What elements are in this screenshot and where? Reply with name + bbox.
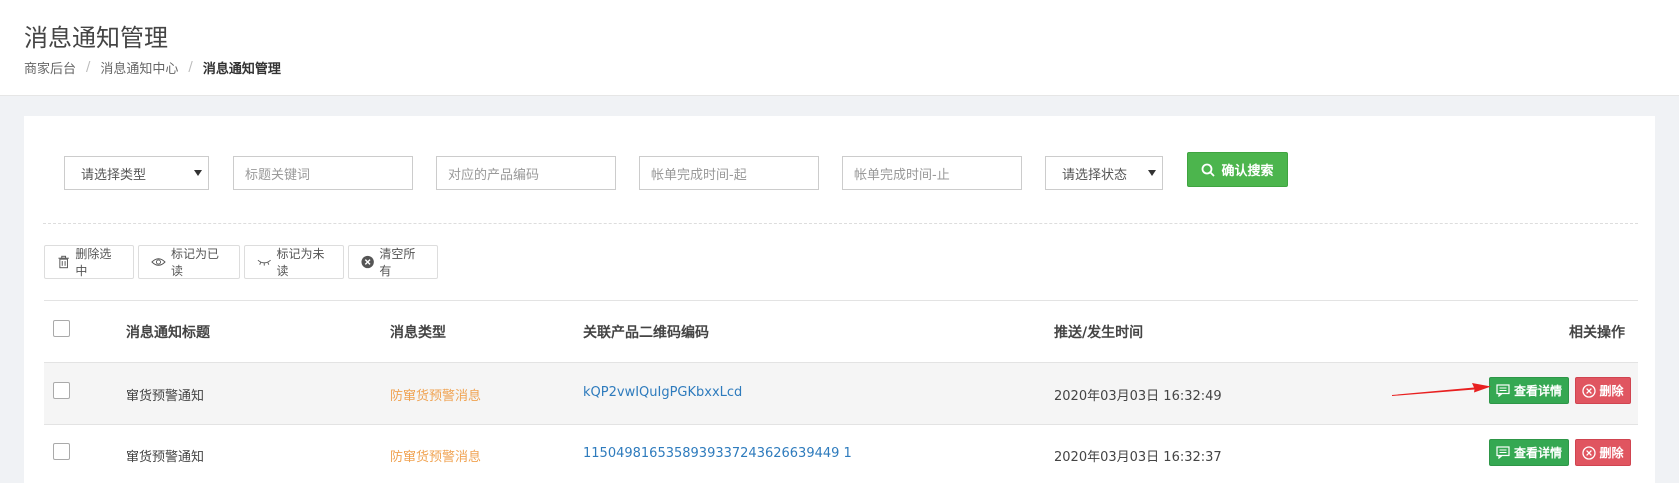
header-code: 关联产品二维码编码	[583, 325, 709, 341]
status-select-value: 请选择状态	[1062, 167, 1128, 183]
table-header: 消息通知标题 消息类型 关联产品二维码编码 推送/发生时间 相关操作	[44, 300, 1638, 362]
comment-icon	[1496, 384, 1510, 397]
table-row: 窜货预警通知 防窜货预警消息 1150498165358939337243626…	[44, 424, 1638, 483]
search-icon	[1202, 163, 1216, 177]
type-select[interactable]: 请选择类型	[64, 156, 209, 190]
page-header: 消息通知管理 商家后台 / 消息通知中心 / 消息通知管理	[0, 0, 1679, 96]
bill-time-end-placeholder: 帐单完成时间-止	[854, 167, 950, 183]
row-title: 窜货预警通知	[126, 389, 205, 404]
confirm-search-button[interactable]: 确认搜索	[1187, 152, 1288, 187]
row-code-link[interactable]: 1150498165358939337243626639449 1	[583, 446, 852, 461]
mark-unread-button[interactable]: 标记为未读	[244, 245, 344, 279]
bill-time-start-placeholder: 帐单完成时间-起	[651, 167, 747, 183]
breadcrumb-separator: /	[86, 60, 91, 75]
header-title: 消息通知标题	[126, 325, 210, 341]
breadcrumb-item-current: 消息通知管理	[202, 62, 281, 77]
header-actions: 相关操作	[1569, 325, 1625, 341]
delete-label: 删除	[1599, 384, 1624, 398]
title-keyword-input[interactable]: 标题关键词	[233, 156, 413, 190]
header-type: 消息类型	[390, 325, 446, 341]
header-time: 推送/发生时间	[1054, 325, 1144, 341]
mark-read-label: 标记为已读	[170, 247, 219, 278]
type-select-value: 请选择类型	[81, 167, 147, 183]
breadcrumb-item-merchant[interactable]: 商家后台	[24, 58, 76, 77]
clear-all-button[interactable]: 清空所有	[348, 245, 438, 279]
eye-icon	[151, 258, 166, 266]
breadcrumb: 商家后台 / 消息通知中心 / 消息通知管理	[24, 58, 281, 77]
mark-read-button[interactable]: 标记为已读	[138, 245, 240, 279]
confirm-search-label: 确认搜索	[1221, 164, 1274, 179]
row-time: 2020年03月03日 16:32:37	[1054, 450, 1222, 465]
delete-selected-label: 删除选中	[75, 247, 112, 278]
select-all-checkbox[interactable]	[53, 320, 70, 337]
row-title: 窜货预警通知	[126, 450, 205, 465]
row-checkbox[interactable]	[53, 443, 70, 460]
trash-icon	[58, 255, 69, 269]
delete-selected-button[interactable]: 删除选中	[44, 245, 134, 279]
product-code-input[interactable]: 对应的产品编码	[436, 156, 616, 190]
bill-time-start-input[interactable]: 帐单完成时间-起	[639, 156, 819, 190]
view-detail-label: 查看详情	[1513, 446, 1562, 460]
row-type: 防窜货预警消息	[390, 450, 482, 465]
row-type: 防窜货预警消息	[390, 389, 482, 404]
row-time: 2020年03月03日 16:32:49	[1054, 389, 1222, 404]
view-detail-button[interactable]: 查看详情	[1489, 377, 1569, 404]
status-select[interactable]: 请选择状态	[1045, 156, 1163, 190]
breadcrumb-separator: /	[188, 60, 193, 75]
divider	[43, 223, 1638, 224]
title-keyword-placeholder: 标题关键词	[245, 167, 311, 183]
view-detail-label: 查看详情	[1513, 384, 1562, 398]
page-title: 消息通知管理	[24, 24, 168, 52]
view-detail-button[interactable]: 查看详情	[1489, 439, 1569, 466]
delete-button[interactable]: 删除	[1575, 377, 1631, 404]
breadcrumb-item-notify-center[interactable]: 消息通知中心	[100, 58, 178, 77]
clear-all-label: 清空所有	[379, 247, 416, 278]
caret-down-icon	[1148, 170, 1156, 176]
product-code-placeholder: 对应的产品编码	[448, 167, 540, 183]
close-circle-icon	[1582, 445, 1597, 460]
caret-down-icon	[194, 170, 202, 176]
close-circle-icon	[1582, 383, 1597, 398]
mark-unread-label: 标记为未读	[276, 247, 325, 278]
close-circle-icon	[361, 255, 374, 269]
bill-time-end-input[interactable]: 帐单完成时间-止	[842, 156, 1022, 190]
delete-button[interactable]: 删除	[1575, 439, 1631, 466]
row-code-link[interactable]: kQP2vwIQuIgPGKbxxLcd	[583, 385, 742, 400]
row-checkbox[interactable]	[53, 382, 70, 399]
comment-icon	[1496, 446, 1510, 459]
delete-label: 删除	[1599, 446, 1624, 460]
eye-closed-icon	[257, 259, 271, 266]
red-arrow-annotation	[1392, 383, 1491, 396]
